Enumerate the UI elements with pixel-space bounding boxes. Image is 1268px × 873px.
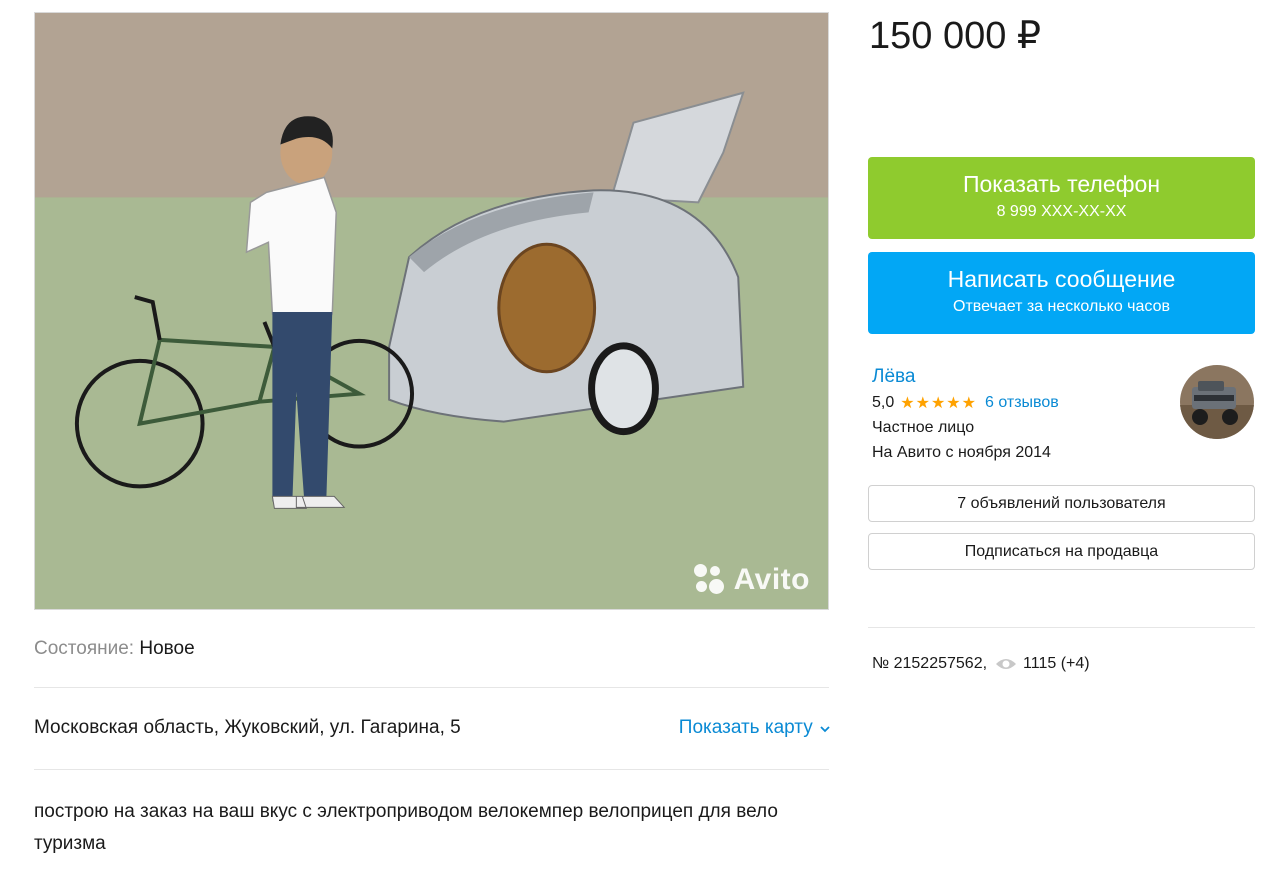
- eye-icon: [996, 659, 1017, 669]
- star-icons: ★★★★★: [900, 395, 977, 412]
- reviews-link[interactable]: 6 отзывов: [985, 394, 1059, 412]
- sidebar-divider: [868, 627, 1255, 628]
- avatar[interactable]: [1180, 365, 1254, 439]
- views-count: 1115 (+4): [1023, 655, 1090, 672]
- show-phone-button[interactable]: Показать телефон 8 999 XXX-XX-XX: [868, 157, 1255, 239]
- show-map-label: Показать карту: [678, 717, 813, 738]
- ad-number: № 2152257562,: [872, 655, 988, 672]
- camper-illustration: [35, 13, 828, 609]
- write-message-button[interactable]: Написать сообщение Отвечает за несколько…: [868, 252, 1255, 334]
- avito-logo-icon: [693, 564, 726, 596]
- show-map-link[interactable]: Показать карту: [679, 717, 830, 739]
- seller-rating: 5,0 ★★★★★ 6 отзывов: [872, 393, 1059, 413]
- condition-label: Состояние:: [34, 638, 135, 659]
- condition: Состояние: Новое: [34, 638, 195, 660]
- seller-since: На Авито с ноября 2014: [872, 444, 1051, 461]
- divider: [34, 769, 829, 770]
- subscribe-button[interactable]: Подписаться на продавца: [868, 533, 1255, 570]
- divider: [34, 687, 829, 688]
- phone-number: 8 999 XXX-XX-XX: [996, 203, 1127, 220]
- avito-watermark: Avito: [693, 563, 810, 597]
- rating-value: 5,0: [872, 394, 895, 411]
- write-message-label: Написать сообщение: [947, 266, 1176, 292]
- condition-value: Новое: [139, 638, 195, 659]
- price: 150 000 ₽: [869, 15, 1042, 57]
- address: Московская область, Жуковский, ул. Гагар…: [34, 717, 461, 738]
- listing-photo[interactable]: Avito: [34, 12, 829, 610]
- seller-type: Частное лицо: [872, 419, 975, 436]
- show-phone-label: Показать телефон: [962, 171, 1161, 197]
- chevron-down-icon: [820, 726, 830, 733]
- seller-name[interactable]: Лёва: [872, 366, 915, 388]
- response-time: Отвечает за несколько часов: [953, 298, 1170, 315]
- user-ads-button[interactable]: 7 объявлений пользователя: [868, 485, 1255, 522]
- ad-meta: № 2152257562, 1115 (+4): [872, 655, 1090, 673]
- description: построю на заказ на ваш вкус с электропр…: [34, 801, 778, 854]
- watermark-text: Avito: [733, 563, 810, 596]
- avatar-truck-image: [1180, 365, 1254, 439]
